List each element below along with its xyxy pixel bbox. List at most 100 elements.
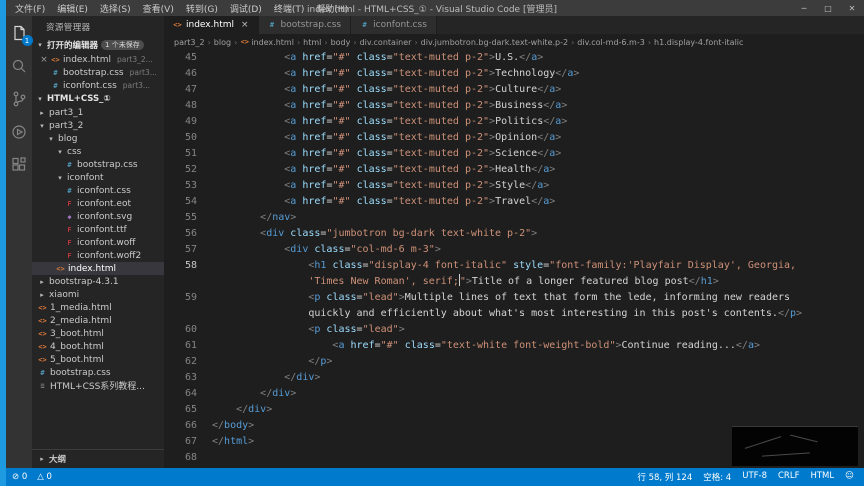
- close-icon[interactable]: ✕: [840, 0, 864, 16]
- folder-xiaomi[interactable]: ▸ xiaomi: [32, 288, 164, 301]
- status-warnings[interactable]: △ 0: [37, 472, 52, 482]
- file-iconfont.ttf[interactable]: Ficonfont.ttf: [32, 223, 164, 236]
- status-errors[interactable]: ⊘ 0: [12, 472, 27, 482]
- code-line[interactable]: 53 <a href="#" class="text-muted p-2">St…: [164, 178, 864, 194]
- chevron-right-icon: ▸: [40, 290, 44, 299]
- token: href: [350, 340, 375, 351]
- file-bootstrap.css[interactable]: # bootstrap.css: [32, 366, 164, 379]
- folder-blog[interactable]: ▾ blog: [32, 132, 164, 145]
- breadcrumb-item[interactable]: h1.display-4.font-italic: [654, 38, 743, 47]
- file-bootstrap.css[interactable]: # bootstrap.css: [32, 158, 164, 171]
- file-4_boot.html[interactable]: <> 4_boot.html: [32, 340, 164, 353]
- menu-item[interactable]: 文件(F): [9, 2, 51, 15]
- minimize-icon[interactable]: ─: [792, 0, 816, 16]
- code-line[interactable]: 60 <p class="lead">: [164, 322, 864, 338]
- token: "lead": [362, 324, 399, 335]
- breadcrumb-item[interactable]: blog: [214, 38, 231, 47]
- menu-item[interactable]: 查看(V): [137, 2, 180, 15]
- folder-css[interactable]: ▾ css: [32, 145, 164, 158]
- file-2_media.html[interactable]: <> 2_media.html: [32, 314, 164, 327]
- file-3_boot.html[interactable]: <> 3_boot.html: [32, 327, 164, 340]
- breadcrumb-item[interactable]: part3_2: [174, 38, 205, 47]
- folder-part3_1[interactable]: ▸ part3_1: [32, 106, 164, 119]
- search-icon[interactable]: [10, 57, 28, 75]
- code-line[interactable]: 56 <div class="jumbotron bg-dark text-wh…: [164, 226, 864, 242]
- token: nav: [272, 212, 291, 223]
- code-line[interactable]: 46 <a href="#" class="text-muted p-2">Te…: [164, 66, 864, 82]
- close-icon[interactable]: ×: [40, 55, 48, 65]
- code-line[interactable]: 58 <h1 class="display-4 font-italic" sty…: [164, 258, 864, 274]
- file-path: part3...: [129, 68, 157, 77]
- file-index.html[interactable]: <> index.html: [32, 262, 164, 275]
- svg-file-icon: ◆: [67, 212, 72, 221]
- file-1_media.html[interactable]: <> 1_media.html: [32, 301, 164, 314]
- debug-icon[interactable]: [10, 123, 28, 141]
- folder-iconfont[interactable]: ▾ iconfont: [32, 171, 164, 184]
- menu-item[interactable]: 编辑(E): [51, 2, 94, 15]
- breadcrumb-item[interactable]: div.col-md-6.m-3: [577, 38, 645, 47]
- status-feedback[interactable]: ☺: [845, 471, 854, 483]
- menu-item[interactable]: 终端(T): [268, 2, 311, 15]
- workspace-header[interactable]: ▾ HTML+CSS_①: [32, 92, 164, 106]
- source-control-icon[interactable]: [10, 90, 28, 108]
- status-language-mode[interactable]: HTML: [810, 471, 834, 483]
- tab-bootstrap.css[interactable]: # bootstrap.css: [258, 16, 352, 34]
- menu-item[interactable]: 调试(D): [224, 2, 268, 15]
- code-editor[interactable]: 45 <a href="#" class="text-muted p-2">U.…: [164, 50, 864, 468]
- file-name: bootstrap.css: [63, 67, 124, 78]
- code-line[interactable]: 45 <a href="#" class="text-muted p-2">U.…: [164, 50, 864, 66]
- breadcrumb-item[interactable]: body: [331, 38, 351, 47]
- code-line[interactable]: 'Times New Roman', serif;">Title of a lo…: [164, 274, 864, 290]
- font-file-icon: F: [67, 251, 72, 260]
- token: "#": [380, 340, 399, 351]
- code-line[interactable]: 47 <a href="#" class="text-muted p-2">Cu…: [164, 82, 864, 98]
- code-line[interactable]: 62 </p>: [164, 354, 864, 370]
- code-line[interactable]: 64 </div>: [164, 386, 864, 402]
- status-encoding[interactable]: UTF-8: [742, 471, 767, 483]
- code-line[interactable]: 61 <a href="#" class="text-white font-we…: [164, 338, 864, 354]
- code-line[interactable]: 65 </div>: [164, 402, 864, 418]
- code-line[interactable]: 49 <a href="#" class="text-muted p-2">Po…: [164, 114, 864, 130]
- open-editors-header[interactable]: ▾ 打开的编辑器 1 个未保存: [32, 37, 164, 53]
- folder-bootstrap-4.3.1[interactable]: ▸ bootstrap-4.3.1: [32, 275, 164, 288]
- menu-item[interactable]: 选择(S): [94, 2, 137, 15]
- close-icon[interactable]: ×: [241, 20, 249, 30]
- explorer-icon[interactable]: 1: [10, 24, 33, 46]
- token: Multiple lines of text that form the led…: [404, 292, 791, 303]
- tab-iconfont.css[interactable]: # iconfont.css: [351, 16, 437, 34]
- file-iconfont.svg[interactable]: ◆ iconfont.svg: [32, 210, 164, 223]
- breadcrumb-item[interactable]: div.jumbotron.bg-dark.text-white.p-2: [421, 38, 568, 47]
- folder-part3_2[interactable]: ▾ part3_2: [32, 119, 164, 132]
- breadcrumb-item[interactable]: html: [303, 38, 321, 47]
- breadcrumb-item[interactable]: div.container: [360, 38, 412, 47]
- open-editor-item[interactable]: # iconfont.css part3...: [32, 79, 164, 92]
- code-line[interactable]: 54 <a href="#" class="text-muted p-2">Tr…: [164, 194, 864, 210]
- code-line[interactable]: 52 <a href="#" class="text-muted p-2">He…: [164, 162, 864, 178]
- extensions-icon[interactable]: [10, 156, 28, 174]
- file-iconfont.eot[interactable]: Ficonfont.eot: [32, 197, 164, 210]
- open-editor-item[interactable]: # bootstrap.css part3...: [32, 66, 164, 79]
- file-iconfont.css[interactable]: # iconfont.css: [32, 184, 164, 197]
- code-line[interactable]: 51 <a href="#" class="text-muted p-2">Sc…: [164, 146, 864, 162]
- code-line[interactable]: 48 <a href="#" class="text-muted p-2">Bu…: [164, 98, 864, 114]
- outline-header[interactable]: ▸ 大纲: [32, 449, 164, 468]
- maximize-icon[interactable]: □: [816, 0, 840, 16]
- code-line[interactable]: 50 <a href="#" class="text-muted p-2">Op…: [164, 130, 864, 146]
- breadcrumb-item[interactable]: index.html: [251, 38, 294, 47]
- file-HTML+CSS系列教程...[interactable]: ≡ HTML+CSS系列教程...: [32, 379, 164, 393]
- code-line[interactable]: quickly and efficiently about what's mos…: [164, 306, 864, 322]
- code-line[interactable]: 57 <div class="col-md-6 m-3">: [164, 242, 864, 258]
- code-line[interactable]: 55 </nav>: [164, 210, 864, 226]
- file-iconfont.woff2[interactable]: Ficonfont.woff2: [32, 249, 164, 262]
- status-cursor-position[interactable]: 行 58, 列 124: [637, 471, 692, 483]
- tab-index.html[interactable]: <> index.html ×: [164, 16, 259, 34]
- code-line[interactable]: 63 </div>: [164, 370, 864, 386]
- menu-item[interactable]: 转到(G): [180, 2, 224, 15]
- status-eol[interactable]: CRLF: [778, 471, 799, 483]
- file-5_boot.html[interactable]: <> 5_boot.html: [32, 353, 164, 366]
- code-line[interactable]: 59 <p class="lead">Multiple lines of tex…: [164, 290, 864, 306]
- status-indentation[interactable]: 空格: 4: [703, 471, 731, 483]
- open-editor-item[interactable]: × <> index.html part3_2...: [32, 53, 164, 66]
- file-iconfont.woff[interactable]: Ficonfont.woff: [32, 236, 164, 249]
